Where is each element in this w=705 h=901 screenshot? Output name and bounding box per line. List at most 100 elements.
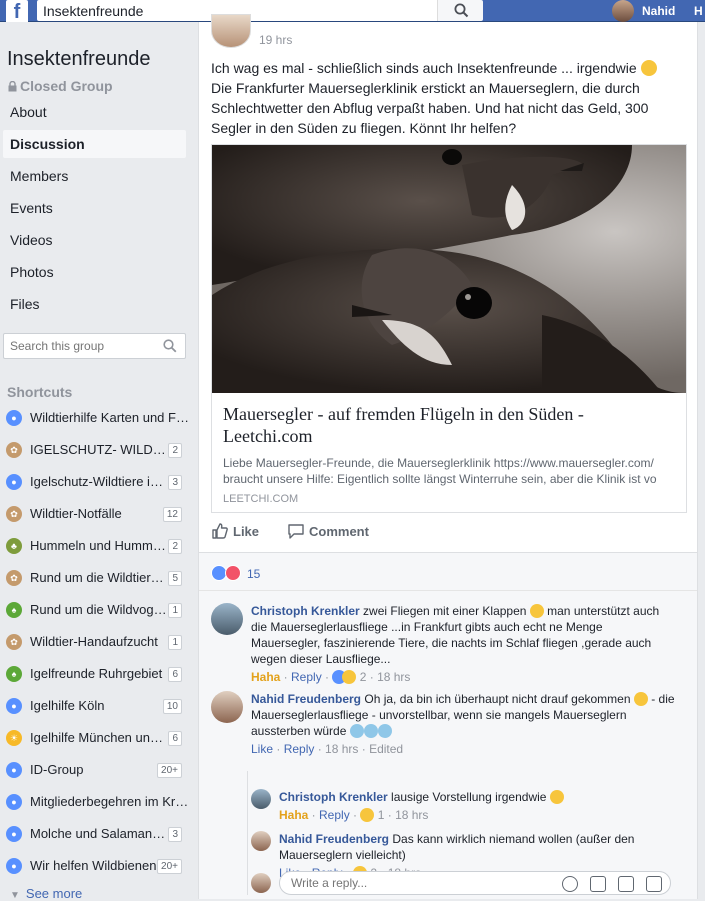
tree-icon: ♠ [6,602,22,618]
link-preview-domain: LEETCHI.COM [223,493,299,505]
like-button[interactable]: Like [211,522,259,540]
shortcut-count-badge: 1 [168,603,182,618]
nav-item-events[interactable]: Events [3,194,186,222]
reaction-count[interactable]: 15 [247,567,260,581]
shortcut-item[interactable]: ● Mitgliederbegehren im Kreis... [3,788,190,816]
comment-avatar[interactable] [211,691,243,723]
shortcut-label: Igelschutz-Wildtiere in Not [30,474,170,489]
shortcut-count-badge: 20+ [157,859,182,874]
camera-icon[interactable] [590,876,606,892]
left-sidebar: Insektenfreunde Closed Group About Discus… [0,22,197,901]
reply-author[interactable]: Nahid Freudenberg [279,832,389,846]
link-preview-title[interactable]: Mauersegler - auf fremden Flügeln in den… [223,403,663,447]
shortcut-label: IGELSCHUTZ- WILDTIER... [30,442,170,457]
comment-time[interactable]: 18 hrs [377,670,410,684]
scream-emoji-icon [377,724,392,738]
shortcut-item[interactable]: ● Wir helfen Wildbienen 20+ [3,852,186,880]
shortcut-item[interactable]: ✿ Wildtier-Handaufzucht 1 [3,628,186,656]
surprised-emoji-icon [633,692,648,706]
group-search-box[interactable] [3,333,186,359]
group-search-input[interactable] [4,334,154,358]
shortcut-count-badge: 5 [168,571,182,586]
shortcut-item[interactable]: ● Wildtierhilfe Karten und Fin... [3,404,190,432]
user-name-link[interactable]: Nahid [642,4,675,18]
comment-reaction-count[interactable]: 2 [360,670,367,684]
shortcut-count-badge: 3 [168,475,182,490]
nav-item-members[interactable]: Members [3,162,186,190]
shortcut-item[interactable]: ✿ IGELSCHUTZ- WILDTIER...2 [3,436,186,464]
shortcut-item[interactable]: ☀ Igelhilfe München und Um...6 [3,724,186,752]
page-scrollbar[interactable] [698,22,705,899]
nav-item-discussion[interactable]: Discussion [3,130,186,158]
haha-reaction-button[interactable]: Haha [251,670,280,684]
reply-avatar[interactable] [251,831,271,851]
shortcut-count-badge: 6 [168,667,182,682]
shortcut-label: Wir helfen Wildbienen [30,858,157,873]
link-preview-image[interactable] [212,145,686,393]
nav-item-photos[interactable]: Photos [3,258,186,286]
facebook-logo-icon[interactable]: f [6,0,28,23]
comment-text: zwei Fliegen mit einer Klappen [363,604,527,618]
reply-reaction-count[interactable]: 1 [378,808,385,822]
shortcut-label: ID-Group [30,762,84,777]
plant-icon: ♣ [6,538,22,554]
post-text: Ich wag es mal - schließlich sinds auch … [211,58,681,138]
sticker-icon[interactable] [646,876,662,892]
shortcut-item[interactable]: ● Igelhilfe Köln 10 [3,692,186,720]
search-button[interactable] [437,0,483,21]
search-icon[interactable] [163,339,177,353]
reply-thread-line [247,771,248,895]
comment-avatar[interactable] [211,603,243,635]
user-avatar[interactable] [612,0,634,22]
group-privacy: Closed Group [8,78,113,94]
shortcut-count-badge: 2 [168,539,182,554]
shortcut-item[interactable]: ♠ Rund um die Wildvogelhilfe1 [3,596,186,624]
scream-emoji-icon [349,724,364,738]
reply-link[interactable]: Reply [284,742,315,756]
edited-label[interactable]: Edited [369,742,403,756]
reply-author[interactable]: Christoph Krenkler [279,790,388,804]
shortcut-item[interactable]: ● Molche und Salamander 3 [3,820,186,848]
paw-icon: ✿ [6,506,22,522]
comment-button[interactable]: Comment [287,522,369,540]
haha-reaction-button[interactable]: Haha [279,808,308,822]
nav-item-videos[interactable]: Videos [3,226,186,254]
reply-link[interactable]: Reply [291,670,322,684]
comment-author[interactable]: Nahid Freudenberg [251,692,361,706]
gif-icon[interactable] [618,876,634,892]
nav-item-files[interactable]: Files [3,290,186,318]
emoji-picker-icon[interactable] [562,876,578,892]
scream-emoji-icon [363,724,378,738]
reply-link[interactable]: Reply [319,808,350,822]
shortcut-label: Igelfreunde Ruhrgebiet [30,666,163,681]
nav-item-about[interactable]: About [3,98,186,126]
comment-text: Oh ja, da bin ich überhaupt nicht drauf … [364,692,631,706]
post-timestamp[interactable]: 19 hrs [259,33,292,47]
shortcut-item[interactable]: ♣ Hummeln und Hummelnestr...2 [3,532,186,560]
shortcut-item[interactable]: ✿ Rund um die Wildtierhilfe 5 [3,564,186,592]
home-link[interactable]: H [694,4,703,18]
post-author-avatar[interactable] [211,14,251,48]
reply-avatar[interactable] [251,789,271,809]
shortcut-item[interactable]: ♠ Igelfreunde Ruhrgebiet 6 [3,660,186,688]
shortcut-item[interactable]: ● Igelschutz-Wildtiere in Not 3 [3,468,186,496]
link-preview[interactable]: Mauersegler - auf fremden Flügeln in den… [211,144,687,513]
comment-time[interactable]: 18 hrs [325,742,358,756]
group-name[interactable]: Insektenfreunde [7,48,150,71]
shortcut-label: Rund um die Wildvogelhilfe [30,602,170,617]
shortcut-count-badge: 3 [168,827,182,842]
haha-reaction-icon [360,808,375,822]
shortcut-item[interactable]: ✿ Wildtier-Notfälle 12 [3,500,186,528]
reply-composer[interactable] [279,871,671,895]
group-icon: ● [6,474,22,490]
like-link[interactable]: Like [251,742,273,756]
reply-input[interactable] [280,872,540,894]
reply-time[interactable]: 18 hrs [395,808,428,822]
comment-author[interactable]: Christoph Krenkler [251,604,360,618]
shortcut-item[interactable]: ● ID-Group 20+ [3,756,186,784]
paw-icon: ✿ [6,570,22,586]
group-icon: ● [6,794,22,810]
smile-emoji-icon [640,60,657,76]
comment-meta: Like · Reply · 18 hrs · Edited [251,742,404,756]
laughing-emoji-icon [549,790,564,804]
